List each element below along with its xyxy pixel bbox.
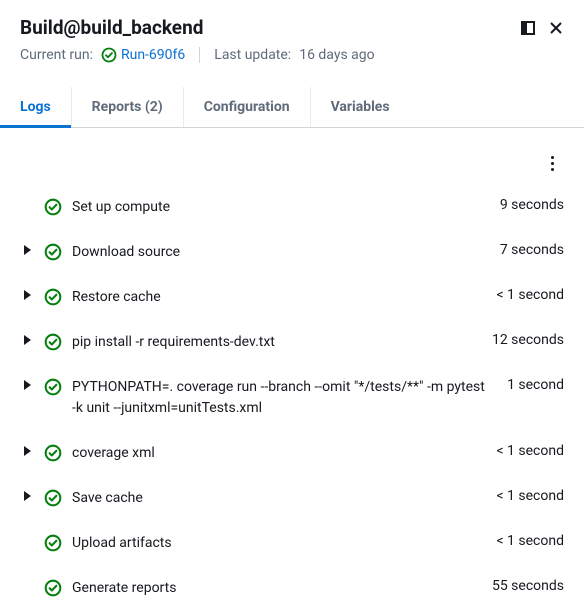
last-update-value: 16 days ago bbox=[299, 47, 374, 63]
expand-chevron-icon[interactable] bbox=[24, 290, 31, 300]
page-title: Build@build_backend bbox=[20, 16, 203, 39]
success-icon bbox=[44, 578, 62, 597]
step-name: pip install -r requirements-dev.txt bbox=[72, 332, 482, 353]
success-icon bbox=[44, 488, 62, 507]
success-icon bbox=[44, 443, 62, 462]
expand-chevron-icon[interactable] bbox=[24, 380, 31, 390]
success-icon bbox=[44, 197, 62, 216]
step-duration: < 1 second bbox=[496, 533, 564, 549]
window-resize-icon[interactable] bbox=[520, 20, 536, 36]
success-icon bbox=[44, 377, 62, 396]
step-duration: < 1 second bbox=[496, 443, 564, 459]
success-icon bbox=[101, 47, 117, 63]
step-duration: < 1 second bbox=[496, 287, 564, 303]
expand-chevron-icon[interactable] bbox=[24, 446, 31, 456]
last-update-label: Last update: bbox=[214, 47, 291, 63]
success-icon bbox=[44, 533, 62, 552]
tabs: LogsReports (2)ConfigurationVariables bbox=[0, 87, 584, 128]
step-name: Restore cache bbox=[72, 287, 486, 308]
more-actions-icon[interactable] bbox=[547, 152, 558, 175]
expand-chevron-icon[interactable] bbox=[24, 491, 31, 501]
step-duration: 1 second bbox=[507, 377, 564, 393]
step-name: Save cache bbox=[72, 488, 486, 509]
step-name: Set up compute bbox=[72, 197, 490, 218]
tab-configuration[interactable]: Configuration bbox=[184, 87, 311, 127]
expand-chevron-icon[interactable] bbox=[24, 245, 31, 255]
step-row: Upload artifacts < 1 second bbox=[20, 521, 564, 566]
step-name: PYTHONPATH=. coverage run --branch --omi… bbox=[72, 377, 497, 419]
tab-logs[interactable]: Logs bbox=[0, 87, 72, 127]
run-id: Run-690f6 bbox=[121, 47, 185, 63]
expand-chevron-icon[interactable] bbox=[24, 335, 31, 345]
step-name: coverage xml bbox=[72, 443, 486, 464]
step-duration: 9 seconds bbox=[500, 197, 564, 213]
step-row: PYTHONPATH=. coverage run --branch --omi… bbox=[20, 365, 564, 431]
step-name: Download source bbox=[72, 242, 490, 263]
step-name: Upload artifacts bbox=[72, 533, 486, 554]
success-icon bbox=[44, 242, 62, 261]
step-row: Save cache < 1 second bbox=[20, 476, 564, 521]
step-row: Download source 7 seconds bbox=[20, 230, 564, 275]
step-row: pip install -r requirements-dev.txt 12 se… bbox=[20, 320, 564, 365]
close-icon[interactable] bbox=[548, 20, 564, 36]
divider bbox=[199, 47, 200, 63]
step-duration: < 1 second bbox=[496, 488, 564, 504]
step-duration: 7 seconds bbox=[500, 242, 564, 258]
step-duration: 55 seconds bbox=[492, 578, 564, 594]
step-row: Restore cache < 1 second bbox=[20, 275, 564, 320]
step-duration: 12 seconds bbox=[492, 332, 564, 348]
tab-variables[interactable]: Variables bbox=[311, 87, 410, 127]
step-name: Generate reports bbox=[72, 578, 482, 599]
current-run-label: Current run: bbox=[20, 47, 93, 63]
step-row: Set up compute 9 seconds bbox=[20, 185, 564, 230]
success-icon bbox=[44, 332, 62, 351]
current-run-link[interactable]: Run-690f6 bbox=[101, 47, 185, 63]
success-icon bbox=[44, 287, 62, 306]
step-row: coverage xml < 1 second bbox=[20, 431, 564, 476]
step-row: Generate reports 55 seconds bbox=[20, 566, 564, 611]
tab-reports-2[interactable]: Reports (2) bbox=[72, 87, 184, 127]
